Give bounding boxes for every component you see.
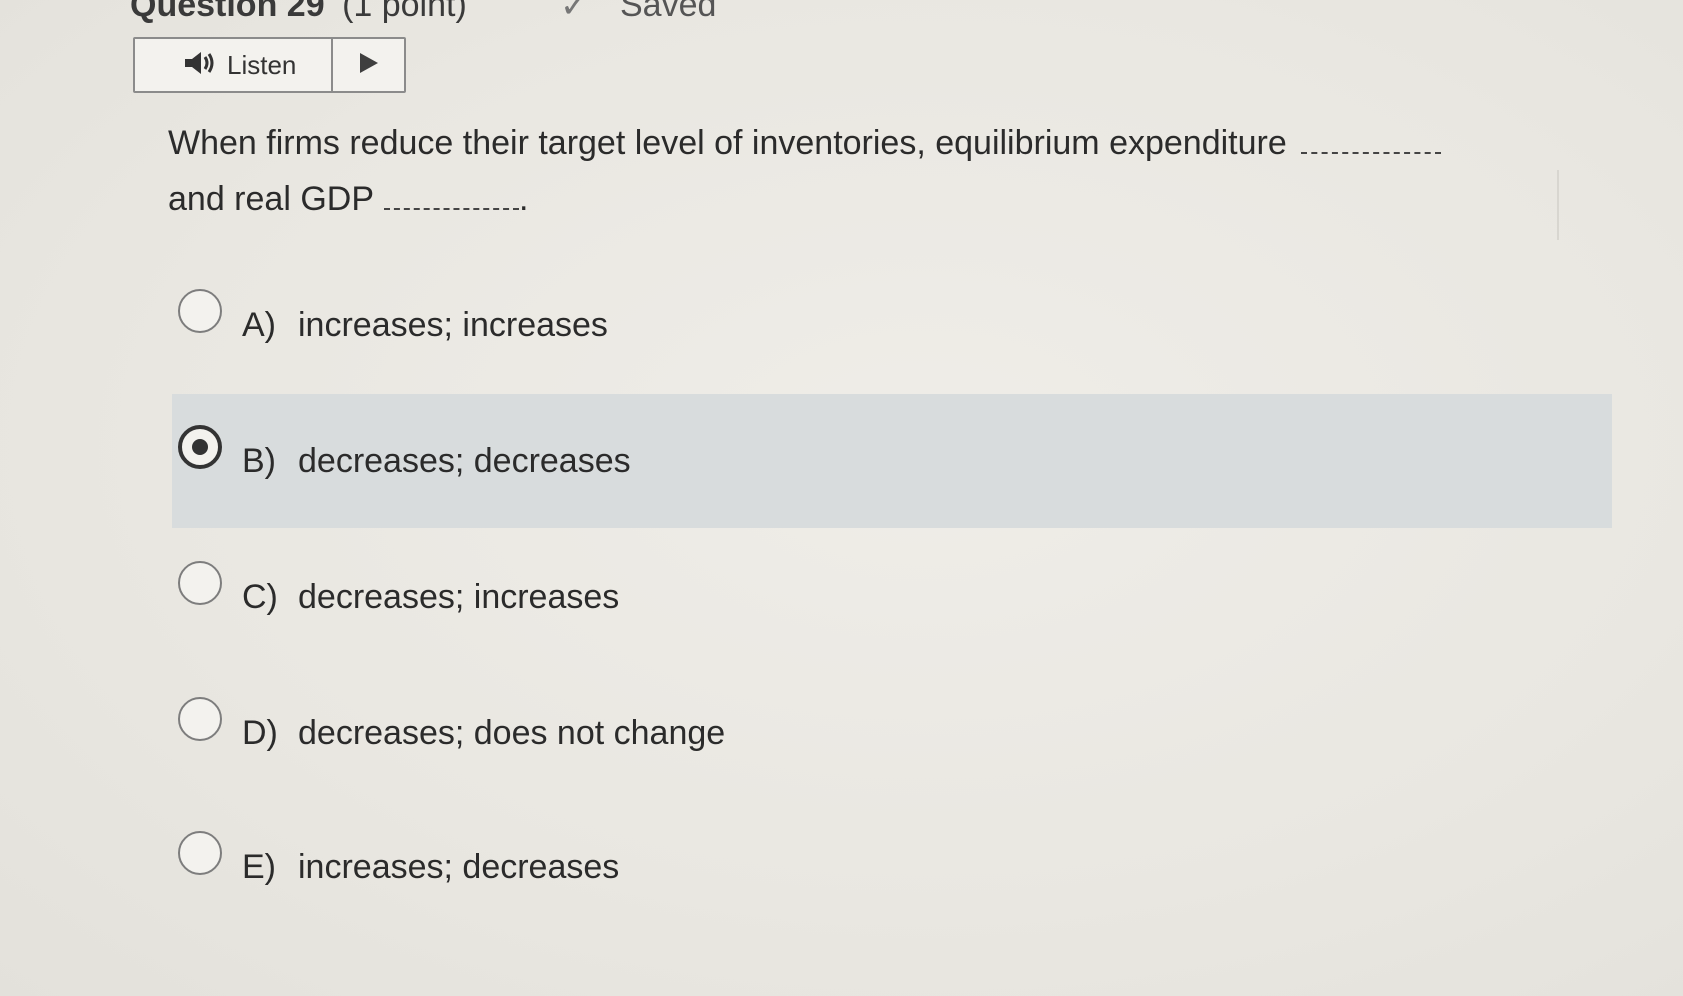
option-a[interactable]: A) increases; increases [172, 258, 1612, 392]
question-part-2: and real GDP [168, 180, 374, 218]
radio-e[interactable] [178, 831, 222, 875]
listen-button[interactable]: Listen [135, 39, 333, 91]
play-icon [358, 51, 380, 80]
option-b[interactable]: B) decreases; decreases [172, 394, 1612, 528]
option-text: decreases; decreases [298, 441, 631, 480]
option-letter: B) [242, 441, 276, 480]
blank-2 [384, 180, 519, 210]
option-text: increases; decreases [298, 847, 620, 886]
question-end: . [519, 180, 529, 218]
radio-a[interactable] [178, 289, 222, 333]
option-letter: D) [242, 713, 278, 752]
saved-status: Saved [620, 0, 717, 24]
option-text: increases; increases [298, 305, 608, 344]
quiz-page: Question 29 (1 point) ✓ Saved Listen Whe… [0, 0, 1683, 996]
question-header: Question 29 (1 point) ✓ Saved [130, 0, 716, 25]
option-d[interactable]: D) decreases; does not change [172, 666, 1612, 800]
option-e[interactable]: E) increases; decreases [172, 800, 1612, 934]
checkmark-icon: ✓ [560, 0, 589, 25]
option-text: decreases; does not change [298, 713, 726, 752]
radio-b[interactable] [178, 425, 222, 469]
option-text: decreases; increases [298, 577, 620, 616]
radio-d[interactable] [178, 697, 222, 741]
option-letter: C) [242, 577, 278, 616]
blank-1 [1300, 124, 1441, 154]
question-points: (1 point) [342, 0, 467, 24]
speaker-icon [183, 50, 219, 81]
option-c[interactable]: C) decreases; increases [172, 530, 1612, 664]
question-part-1: When firms reduce their target level of … [168, 124, 1287, 162]
play-button[interactable] [333, 39, 404, 91]
radio-c[interactable] [178, 561, 222, 605]
question-title: Question 29 [130, 0, 325, 24]
question-text: When firms reduce their target level of … [168, 115, 1628, 227]
divider [1557, 170, 1559, 240]
option-letter: A) [242, 305, 276, 344]
listen-label: Listen [227, 49, 297, 80]
listen-widget: Listen [133, 37, 406, 93]
option-letter: E) [242, 847, 276, 886]
